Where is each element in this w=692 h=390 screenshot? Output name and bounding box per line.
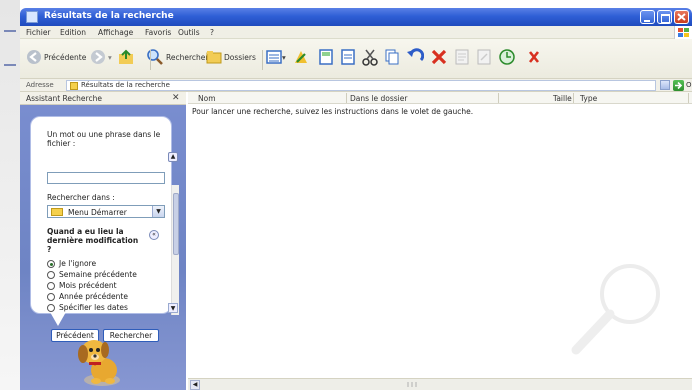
radio-label: Je l'ignore [59, 259, 97, 268]
column-size[interactable]: Taille [553, 94, 572, 103]
radio-dont-know[interactable] [47, 260, 55, 268]
radio-last-year[interactable] [47, 293, 55, 301]
menu-favorites[interactable]: Favoris [145, 28, 171, 37]
search-pane-header: Assistant Recherche ✕ [20, 92, 186, 105]
radio-label: Spécifier les dates [59, 303, 128, 312]
views-icon[interactable] [266, 49, 282, 65]
radio-specify-dates[interactable] [47, 304, 55, 312]
radio-label: Semaine précédente [59, 270, 137, 279]
radio-label: Année précédente [59, 292, 128, 301]
scroll-left-icon[interactable]: ◀ [190, 380, 200, 390]
properties-icon[interactable] [454, 48, 470, 66]
forward-arrow-icon[interactable] [90, 49, 106, 65]
menu-bar: Fichier Edition Affichage Favoris Outils… [20, 26, 692, 39]
desktop-edge-mark [4, 64, 16, 66]
menu-file[interactable]: Fichier [26, 28, 51, 37]
column-divider[interactable] [688, 93, 689, 103]
folder-options-icon[interactable] [292, 48, 310, 66]
column-divider[interactable] [346, 93, 347, 103]
folders-button-label[interactable]: Dossiers [224, 53, 256, 62]
address-label: Adresse [26, 81, 54, 89]
radio-last-month[interactable] [47, 282, 55, 290]
results-column-header: Nom Dans le dossier Taille Type [188, 92, 692, 104]
modified-label: Quand a eu lieu la dernière modification… [47, 227, 139, 254]
forward-dropdown-icon[interactable]: ▾ [108, 53, 112, 62]
address-input[interactable]: Résultats de la recherche [66, 80, 656, 91]
scrollbar-grip-icon[interactable] [388, 381, 438, 388]
pane-close-icon[interactable]: ✕ [172, 93, 180, 103]
toolbar-separator [262, 50, 263, 70]
column-divider[interactable] [573, 93, 574, 103]
minimize-button[interactable] [640, 10, 655, 24]
share-icon[interactable] [476, 48, 492, 66]
phrase-input[interactable] [47, 172, 165, 184]
explorer-window: Résultats de la recherche Fichier Editio… [0, 0, 692, 390]
window-icon [26, 11, 38, 23]
history-icon[interactable] [498, 48, 516, 66]
radio-label: Mois précédent [59, 281, 117, 290]
toolbar-separator [150, 50, 151, 70]
search-results-icon [70, 82, 78, 90]
views-dropdown-icon[interactable]: ▾ [282, 53, 286, 62]
close-button[interactable] [674, 10, 689, 24]
search-companion-dog-icon[interactable] [70, 332, 130, 388]
delete-icon[interactable] [430, 48, 448, 66]
address-dropdown-button[interactable] [660, 80, 670, 90]
desktop-edge-mark [4, 30, 16, 32]
windows-logo [674, 26, 692, 39]
results-pane: Nom Dans le dossier Taille Type Pour lan… [188, 92, 692, 378]
search-button-label[interactable]: Rechercher [166, 53, 208, 62]
search-options-panel: Un mot ou une phrase dans le fichier : ▲… [30, 116, 179, 342]
title-bar[interactable]: Résultats de la recherche [20, 8, 692, 26]
scroll-down-icon[interactable]: ▼ [168, 303, 178, 313]
menu-tools[interactable]: Outils [178, 28, 200, 37]
toolbar: Précédente ▾ Rechercher Dossiers ▾ [20, 39, 692, 79]
undo-icon[interactable] [406, 48, 424, 66]
close-icon [677, 13, 686, 21]
back-button-label[interactable]: Précédente [44, 53, 86, 62]
lookin-select[interactable]: Menu Démarrer ▼ [47, 205, 165, 218]
search-pane: Assistant Recherche ✕ Un mot ou une phra… [20, 92, 186, 390]
menu-help[interactable]: ? [210, 28, 214, 37]
back-arrow-icon[interactable] [26, 49, 42, 65]
column-type[interactable]: Type [580, 94, 597, 103]
menu-edit[interactable]: Edition [60, 28, 86, 37]
menu-view[interactable]: Affichage [98, 28, 133, 37]
move-to-icon[interactable] [318, 48, 334, 66]
results-horizontal-scrollbar[interactable]: ◀ [188, 378, 692, 390]
phrase-label: Un mot ou une phrase dans le fichier : [47, 130, 161, 148]
magnifier-watermark-icon [571, 264, 660, 355]
speech-bubble-tail [50, 312, 66, 326]
column-divider[interactable] [498, 93, 499, 103]
copy-icon[interactable] [384, 48, 400, 66]
address-value: Résultats de la recherche [81, 81, 170, 89]
search-icon[interactable] [146, 48, 164, 66]
address-bar: Adresse Résultats de la recherche OK [20, 79, 692, 92]
window-title: Résultats de la recherche [44, 11, 174, 21]
close-tab-icon[interactable] [526, 48, 542, 66]
lookin-dropdown-icon[interactable]: ▼ [152, 206, 164, 217]
folder-icon [51, 208, 63, 216]
options-scrollbar[interactable] [171, 185, 179, 315]
folders-icon[interactable] [206, 49, 222, 65]
radio-last-week[interactable] [47, 271, 55, 279]
collapse-chevron-icon[interactable]: ▲ [168, 152, 178, 162]
up-folder-icon[interactable] [118, 49, 134, 65]
lookin-label: Rechercher dans : [47, 193, 115, 202]
cut-icon[interactable] [362, 48, 378, 66]
go-arrow-glyph [675, 81, 683, 90]
copy-to-icon[interactable] [340, 48, 356, 66]
options-scrollbar-thumb[interactable] [173, 193, 179, 255]
results-instruction-message: Pour lancer une recherche, suivez les in… [192, 107, 474, 116]
column-folder[interactable]: Dans le dossier [350, 94, 407, 103]
expand-chevron-icon[interactable]: « [149, 230, 159, 240]
lookin-value: Menu Démarrer [68, 208, 127, 217]
desktop-edge [0, 0, 20, 390]
go-arrow-icon[interactable] [673, 80, 684, 91]
go-button-label[interactable]: OK [686, 81, 692, 89]
search-pane-title: Assistant Recherche [26, 94, 102, 103]
maximize-button[interactable] [657, 10, 672, 24]
column-name[interactable]: Nom [198, 94, 216, 103]
